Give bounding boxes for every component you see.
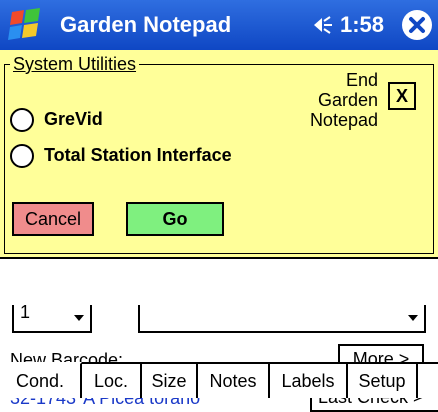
radio-button[interactable] [10,108,34,132]
end-app-button[interactable]: X [388,82,416,110]
tab-cond[interactable]: Cond. [0,362,82,398]
left-dropdown[interactable]: 1 [12,302,92,333]
option-label: GreVid [44,109,103,129]
title-bar: Garden Notepad 1:58 [0,0,438,50]
end-garden-notepad-label: End Garden Notepad [309,70,378,130]
clock[interactable]: 1:58 [340,12,384,38]
tab-size[interactable]: Size [142,364,198,398]
speaker-icon[interactable] [310,12,336,38]
group-label: System Utilities [10,54,140,75]
windows-start-icon[interactable] [6,8,46,42]
chevron-down-icon [74,315,84,321]
go-button[interactable]: Go [126,202,224,236]
tab-labels[interactable]: Labels [270,364,348,398]
app-title: Garden Notepad [60,12,232,37]
close-icon[interactable] [402,10,432,40]
option-label: Total Station Interface [44,145,232,165]
cancel-button[interactable]: Cancel [12,202,94,236]
tab-bar: Cond. Loc. Size Notes Labels Setup [0,362,438,398]
chevron-down-icon [408,315,418,321]
tab-setup[interactable]: Setup [348,364,418,398]
system-utilities-dialog: System Utilities End Garden Notepad X Gr… [0,50,438,259]
right-dropdown[interactable] [138,305,426,333]
radio-button[interactable] [10,144,34,168]
tab-notes[interactable]: Notes [198,364,270,398]
tab-loc[interactable]: Loc. [82,364,142,398]
left-dropdown-value: 1 [20,302,31,322]
